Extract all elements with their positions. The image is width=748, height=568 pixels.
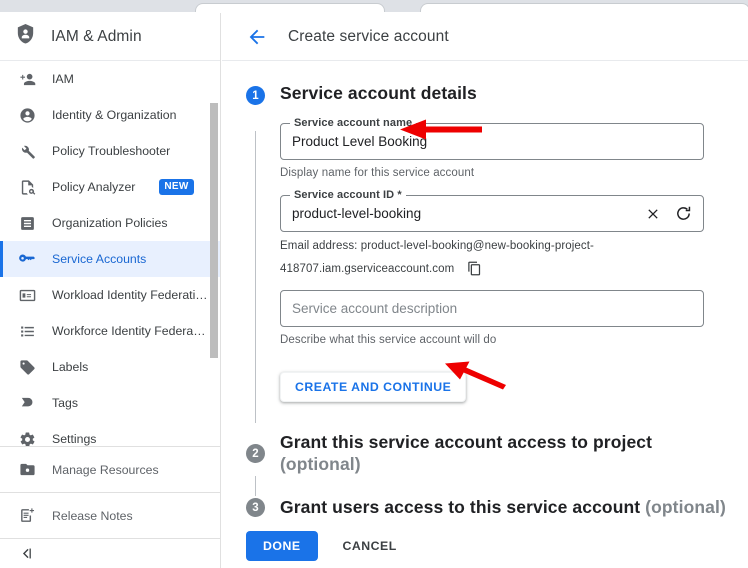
tag-arrow-icon — [18, 394, 36, 412]
step-1-row: 1 Service account details — [246, 83, 748, 105]
sidebar-item-label: Organization Policies — [52, 216, 168, 230]
sidebar-item-service-accounts[interactable]: Service Accounts — [0, 241, 220, 277]
sidebar-item-label: Release Notes — [52, 508, 133, 523]
step-1-body: Service account name Display name for th… — [255, 117, 748, 423]
release-notes-icon — [18, 507, 36, 525]
step-connector-rail-2 — [255, 476, 256, 496]
sidebar-item-tags[interactable]: Tags — [0, 385, 220, 421]
shield-person-icon — [14, 23, 37, 51]
sidebar-scrollbar[interactable] — [210, 103, 218, 358]
key-card-icon — [18, 250, 36, 268]
sidebar-item-label: Service Accounts — [52, 252, 147, 266]
sidebar-item-label: Manage Resources — [52, 462, 159, 477]
sidebar-item-workload-identity-federation[interactable]: Workload Identity Federati… — [0, 277, 220, 313]
sidebar-item-identity-organization[interactable]: Identity & Organization — [0, 97, 220, 133]
sidebar-item-policy-analyzer[interactable]: Policy Analyzer NEW — [0, 169, 220, 205]
article-icon — [18, 214, 36, 232]
service-account-description-field[interactable] — [280, 290, 704, 327]
list-icon — [18, 322, 36, 340]
collapse-panel-button[interactable] — [0, 539, 220, 568]
step-1-title: Service account details — [280, 83, 477, 103]
step-2-title-block: Grant this service account access to pro… — [280, 432, 652, 475]
sidebar-header[interactable]: IAM & Admin — [0, 13, 220, 61]
service-account-id-field[interactable]: Service account ID * — [280, 189, 704, 232]
label-icon — [18, 358, 36, 376]
create-and-continue-button[interactable]: CREATE AND CONTINUE — [280, 372, 467, 402]
sidebar-item-settings[interactable]: Settings — [0, 421, 220, 446]
document-search-icon — [18, 178, 36, 196]
service-account-email-line1: Email address: product-level-booking@new… — [280, 240, 594, 252]
clear-x-icon[interactable] — [645, 206, 661, 222]
step-3-row[interactable]: 3 Grant users access to this service acc… — [246, 497, 748, 518]
sidebar-item-label: Tags — [52, 396, 78, 410]
sidebar-item-release-notes[interactable]: Release Notes — [0, 493, 220, 538]
id-card-icon — [18, 286, 36, 304]
service-account-description-input[interactable] — [292, 301, 692, 316]
sidebar-item-label: Identity & Organization — [52, 108, 177, 122]
sidebar-item-labels[interactable]: Labels — [0, 349, 220, 385]
page-title: Create service account — [288, 27, 449, 45]
step-1-badge: 1 — [246, 86, 265, 105]
step-2-badge: 2 — [246, 444, 265, 463]
service-account-name-helper: Display name for this service account — [280, 167, 475, 179]
step-3-title-text: Grant users access to this service accou… — [280, 497, 641, 517]
done-button[interactable]: DONE — [246, 531, 318, 561]
main-header: Create service account — [222, 13, 748, 61]
settings-gear-icon — [18, 430, 36, 446]
back-arrow-icon[interactable] — [246, 26, 268, 48]
folder-manage-icon — [18, 461, 36, 479]
main-panel: Create service account 1 Service account… — [222, 13, 748, 568]
sidebar-item-label: IAM — [52, 72, 74, 86]
step-2-title: Grant this service account access to pro… — [280, 432, 653, 452]
sidebar-item-label: Settings — [52, 432, 97, 446]
sidebar-item-organization-policies[interactable]: Organization Policies — [0, 205, 220, 241]
sidebar-item-label: Workforce Identity Federa… — [52, 324, 206, 338]
service-account-email-line2: 418707.iam.gserviceaccount.com — [280, 262, 455, 275]
new-badge: NEW — [159, 179, 194, 195]
service-account-id-input[interactable] — [292, 206, 645, 221]
footer-actions: DONE CANCEL — [246, 531, 406, 561]
sidebar-item-label: Policy Analyzer — [52, 180, 136, 194]
account-circle-icon — [18, 106, 36, 124]
sidebar-item-label: Labels — [52, 360, 89, 374]
refresh-icon[interactable] — [675, 205, 692, 222]
sidebar-item-label: Policy Troubleshooter — [52, 144, 171, 158]
service-account-name-field[interactable]: Service account name — [280, 117, 704, 160]
service-account-email-line2-row: 418707.iam.gserviceaccount.com — [280, 261, 748, 276]
service-account-id-label: Service account ID * — [290, 189, 406, 201]
step-3-title: Grant users access to this service accou… — [280, 497, 726, 518]
wrench-icon — [18, 142, 36, 160]
step-3-optional: (optional) — [645, 497, 726, 517]
sidebar-item-label: Workload Identity Federati… — [52, 288, 208, 302]
main-content: 1 Service account details Service accoun… — [222, 61, 748, 518]
browser-chrome-strip — [0, 0, 748, 17]
copy-icon[interactable] — [467, 261, 482, 276]
service-account-name-label: Service account name — [290, 117, 417, 129]
sidebar-item-workforce-identity-federation[interactable]: Workforce Identity Federa… — [0, 313, 220, 349]
collapse-panel-icon — [18, 545, 35, 567]
sidebar-item-iam[interactable]: IAM — [0, 61, 220, 97]
sidebar-item-policy-troubleshooter[interactable]: Policy Troubleshooter — [0, 133, 220, 169]
step-connector-rail-1 — [255, 131, 256, 423]
service-account-description-helper: Describe what this service account will … — [280, 334, 497, 346]
service-account-id-icons — [645, 205, 692, 222]
step-2-3-connector-wrap — [246, 475, 748, 497]
sidebar: IAM & Admin IAM Identity & Organization … — [0, 13, 221, 568]
sidebar-item-manage-resources[interactable]: Manage Resources — [0, 447, 220, 492]
step-3-badge: 3 — [246, 498, 265, 517]
service-account-name-input[interactable] — [292, 134, 692, 149]
cancel-button[interactable]: CANCEL — [334, 531, 406, 561]
screenshot-root: IAM & Admin IAM Identity & Organization … — [0, 0, 748, 568]
person-add-icon — [18, 70, 36, 88]
step-2-row[interactable]: 2 Grant this service account access to p… — [246, 432, 748, 475]
sidebar-scroll-area: IAM Identity & Organization Policy Troub… — [0, 61, 220, 446]
sidebar-header-title: IAM & Admin — [51, 27, 142, 45]
step-2-optional: (optional) — [280, 454, 361, 474]
